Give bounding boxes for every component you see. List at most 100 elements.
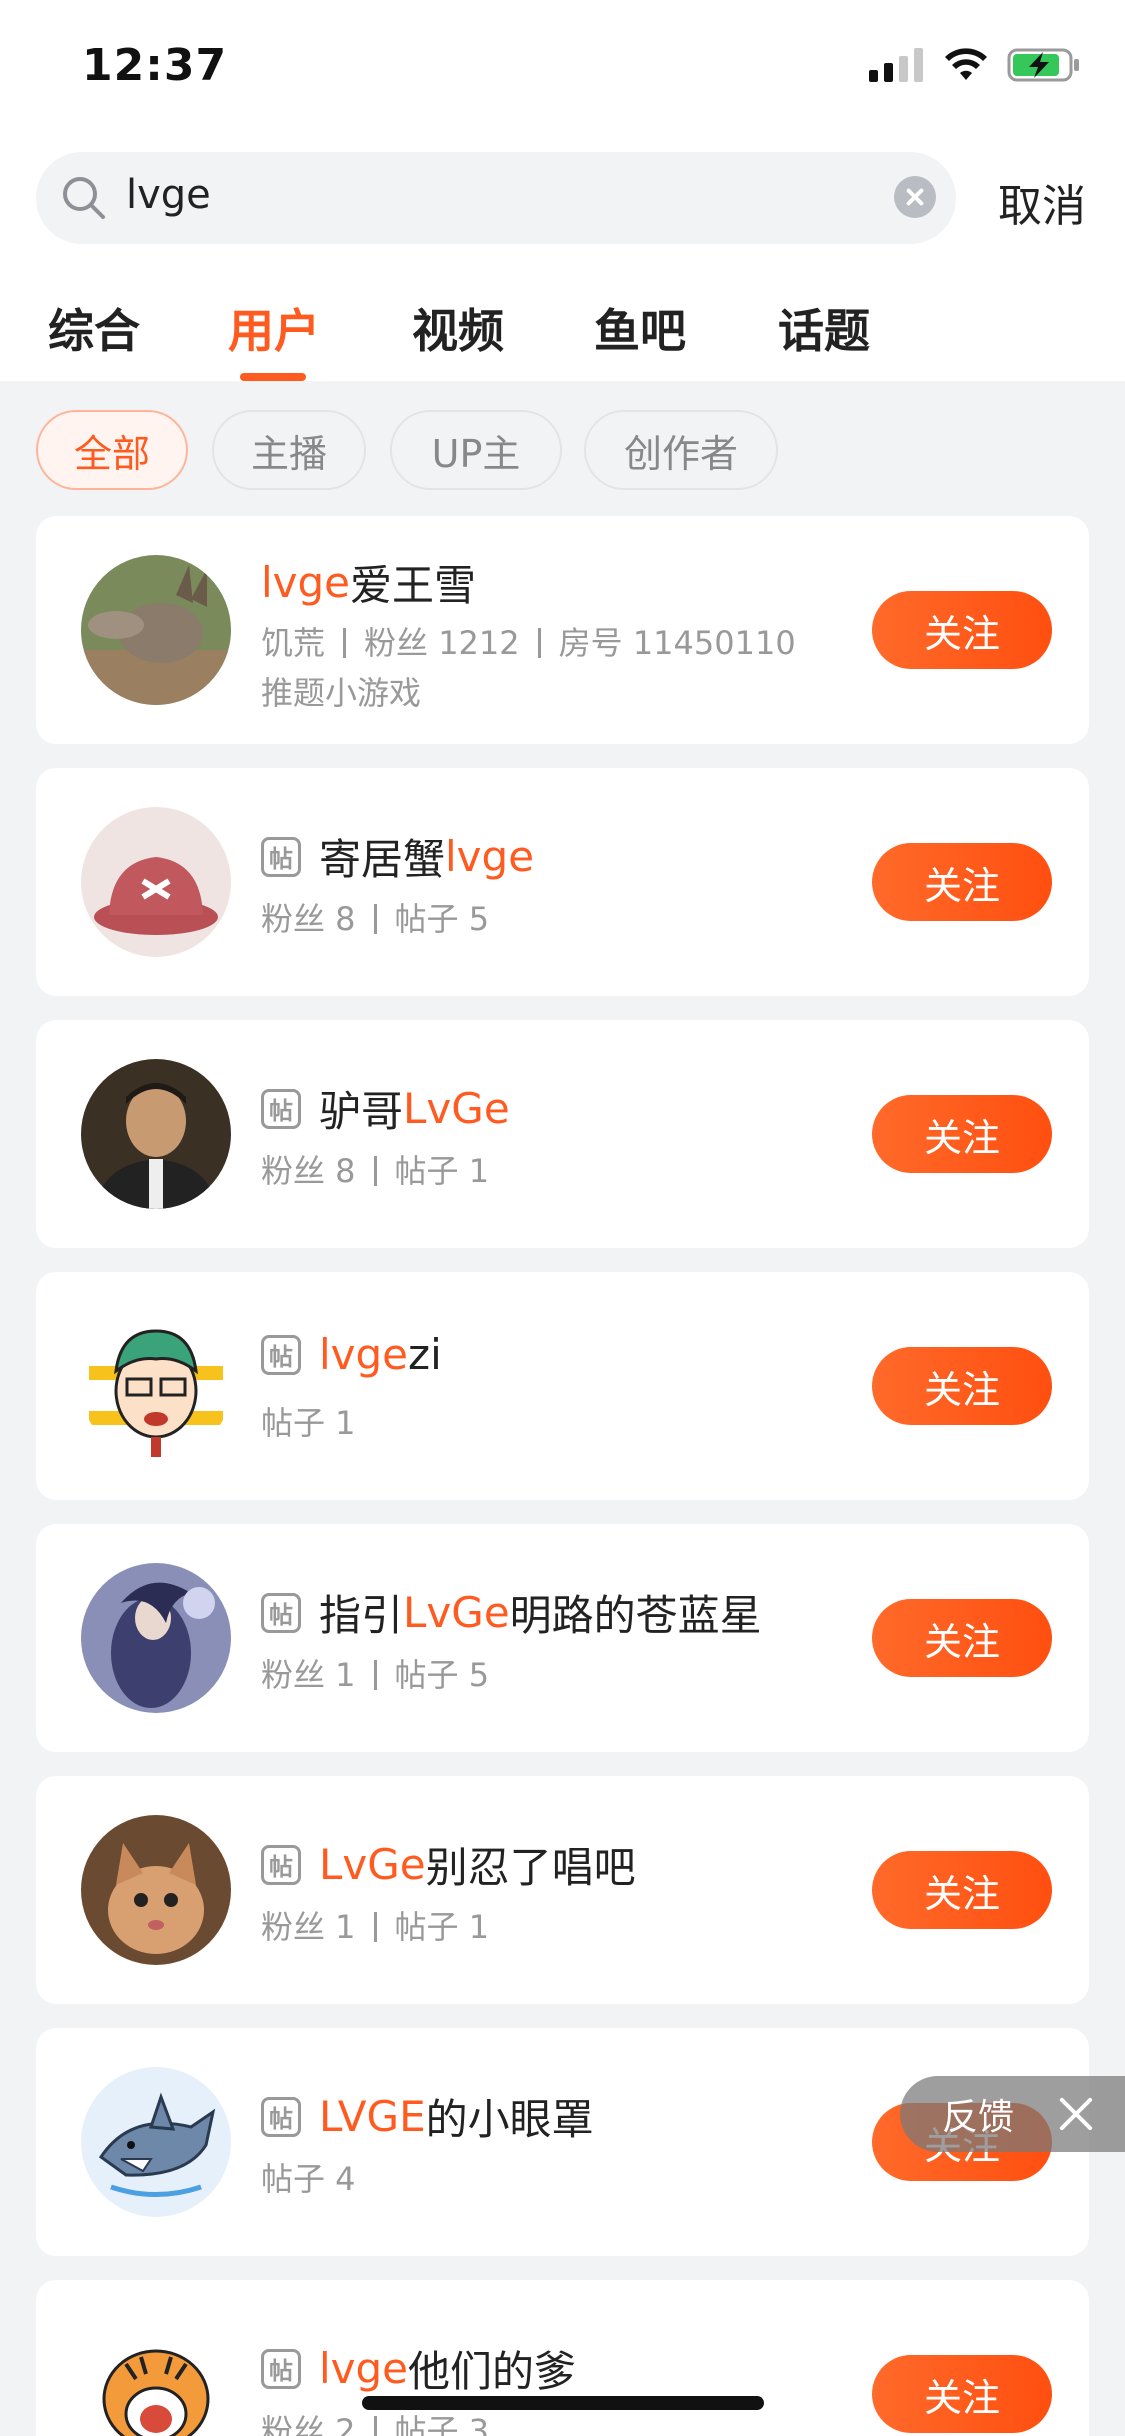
tab-video[interactable]: 视频 <box>412 295 504 361</box>
user-result-card[interactable]: 帖 lvge 他们的爹 粉丝 2 帖子 3 关注 <box>36 2280 1089 2436</box>
tie-badge-icon: 帖 <box>261 1088 301 1129</box>
user-result-card[interactable]: lvge 爱王雪 饥荒 粉丝 1212 房号 11450110 推题小游戏 关注 <box>36 516 1089 744</box>
meta-fans: 粉丝 1212 <box>364 624 520 662</box>
user-meta: 帖子 1 <box>261 1398 356 1444</box>
user-result-card[interactable]: 帖 指引 LvGe 明路的苍蓝星 粉丝 1 帖子 5 关注 <box>36 1524 1089 1752</box>
meta-posts: 帖子 1 <box>261 1404 356 1442</box>
clear-search-icon[interactable] <box>894 176 936 218</box>
name-rest: 爱王雪 <box>350 561 477 610</box>
anime-avatar <box>81 1563 231 1713</box>
user-name: 帖 lvge zi <box>261 1330 442 1379</box>
cancel-button[interactable]: 取消 <box>998 170 1086 234</box>
filter-chip-streamer[interactable]: 主播 <box>212 410 366 490</box>
meta-posts: 帖子 5 <box>394 1656 490 1694</box>
name-highlight: lvge <box>445 832 535 881</box>
tab-fishbar[interactable]: 鱼吧 <box>594 295 686 361</box>
name-rest: 明路的苍蓝星 <box>509 1591 762 1640</box>
name-highlight: lvge <box>319 2344 409 2393</box>
user-result-card[interactable]: 帖 lvge zi 帖子 1 关注 <box>36 1272 1089 1500</box>
tab-users[interactable]: 用户 <box>228 295 320 361</box>
name-prefix: 驴哥 <box>319 1087 404 1136</box>
name-prefix: 指引 <box>319 1591 404 1640</box>
user-name: 帖 LVGE 的小眼罩 <box>261 2086 594 2147</box>
user-result-card[interactable]: 帖 寄居蟹 lvge 粉丝 8 帖子 5 关注 <box>36 768 1089 996</box>
follow-button[interactable]: 关注 <box>872 1851 1052 1929</box>
active-tab-indicator <box>240 373 306 381</box>
tie-badge-icon: 帖 <box>261 1844 301 1885</box>
shark-avatar <box>81 2067 231 2217</box>
name-highlight: lvge <box>261 558 351 607</box>
tie-badge-icon: 帖 <box>261 2348 301 2389</box>
feedback-label[interactable]: 反馈 <box>942 2088 1014 2140</box>
meta-fans: 粉丝 8 <box>261 1152 356 1190</box>
user-meta: 帖子 4 <box>261 2154 356 2200</box>
user-meta: 粉丝 1 帖子 1 <box>261 1902 489 1948</box>
tiger-avatar <box>81 2319 231 2436</box>
category-tabs: 综合 用户 视频 鱼吧 话题 <box>0 295 1125 381</box>
meta-fans: 粉丝 8 <box>261 900 356 938</box>
name-highlight: LvGe <box>403 1588 510 1637</box>
user-meta: 粉丝 1 帖子 5 <box>261 1650 489 1696</box>
name-highlight: LVGE <box>319 2092 426 2141</box>
tab-topics[interactable]: 话题 <box>778 295 870 361</box>
meta-posts: 帖子 5 <box>394 900 490 938</box>
meta-posts: 帖子 3 <box>394 2412 490 2436</box>
tab-all[interactable]: 综合 <box>48 295 140 361</box>
filter-chip-all[interactable]: 全部 <box>36 410 188 490</box>
user-stream-title: 推题小游戏 <box>261 674 422 712</box>
filter-chip-uploader[interactable]: UP主 <box>390 410 562 490</box>
tie-badge-icon: 帖 <box>261 1334 301 1375</box>
wifi-icon <box>945 48 987 80</box>
search-bar[interactable]: lvge <box>36 152 956 244</box>
home-indicator <box>362 2396 764 2410</box>
name-rest: zi <box>408 1330 442 1379</box>
user-name: 帖 LvGe 别忍了唱吧 <box>261 1834 636 1895</box>
feedback-float[interactable]: 反馈 <box>900 2076 1125 2152</box>
meta-room: 房号 11450110 <box>558 624 796 662</box>
search-icon <box>63 177 105 219</box>
hat-avatar <box>81 807 231 957</box>
user-meta: 饥荒 粉丝 1212 房号 11450110 <box>261 618 796 664</box>
user-result-card[interactable]: 帖 LvGe 别忍了唱吧 粉丝 1 帖子 1 关注 <box>36 1776 1089 2004</box>
name-highlight: LvGe <box>403 1084 510 1133</box>
close-icon[interactable] <box>1056 2094 1096 2134</box>
meta-posts: 帖子 4 <box>261 2160 356 2198</box>
name-prefix: 寄居蟹 <box>319 835 446 884</box>
user-meta: 粉丝 8 帖子 1 <box>261 1146 489 1192</box>
user-name: 帖 寄居蟹 lvge <box>261 826 534 887</box>
follow-button[interactable]: 关注 <box>872 1599 1052 1677</box>
name-highlight: LvGe <box>319 1840 426 1889</box>
cat-avatar <box>81 1815 231 1965</box>
user-name: lvge 爱王雪 <box>261 552 476 613</box>
status-icons <box>869 48 1081 82</box>
follow-button[interactable]: 关注 <box>872 1347 1052 1425</box>
meta-fans: 粉丝 1 <box>261 1656 356 1694</box>
user-meta: 粉丝 8 帖子 5 <box>261 894 489 940</box>
name-rest: 别忍了唱吧 <box>425 1843 636 1892</box>
tie-badge-icon: 帖 <box>261 836 301 877</box>
follow-button[interactable]: 关注 <box>872 2355 1052 2433</box>
name-rest: 他们的爹 <box>408 2347 577 2396</box>
meta-posts: 帖子 1 <box>394 1152 490 1190</box>
cartoon-avatar <box>81 1311 231 1461</box>
donkey-avatar <box>81 555 231 705</box>
signal-icon <box>869 48 923 82</box>
follow-button[interactable]: 关注 <box>872 1095 1052 1173</box>
user-meta: 粉丝 2 帖子 3 <box>261 2406 489 2436</box>
search-input[interactable]: lvge <box>126 172 211 218</box>
filter-chip-creator[interactable]: 创作者 <box>584 410 778 490</box>
man-avatar <box>81 1059 231 1209</box>
status-time: 12:37 <box>82 40 228 91</box>
name-highlight: lvge <box>319 1330 409 1379</box>
meta-category: 饥荒 <box>261 624 326 662</box>
meta-posts: 帖子 1 <box>394 1908 490 1946</box>
tie-badge-icon: 帖 <box>261 1592 301 1633</box>
user-result-card[interactable]: 帖 驴哥 LvGe 粉丝 8 帖子 1 关注 <box>36 1020 1089 1248</box>
meta-fans: 粉丝 1 <box>261 1908 356 1946</box>
name-rest: 的小眼罩 <box>425 2095 594 2144</box>
follow-button[interactable]: 关注 <box>872 591 1052 669</box>
follow-button[interactable]: 关注 <box>872 843 1052 921</box>
user-name: 帖 驴哥 LvGe <box>261 1078 510 1139</box>
battery-icon <box>1007 48 1079 82</box>
user-name: 帖 lvge 他们的爹 <box>261 2338 576 2399</box>
